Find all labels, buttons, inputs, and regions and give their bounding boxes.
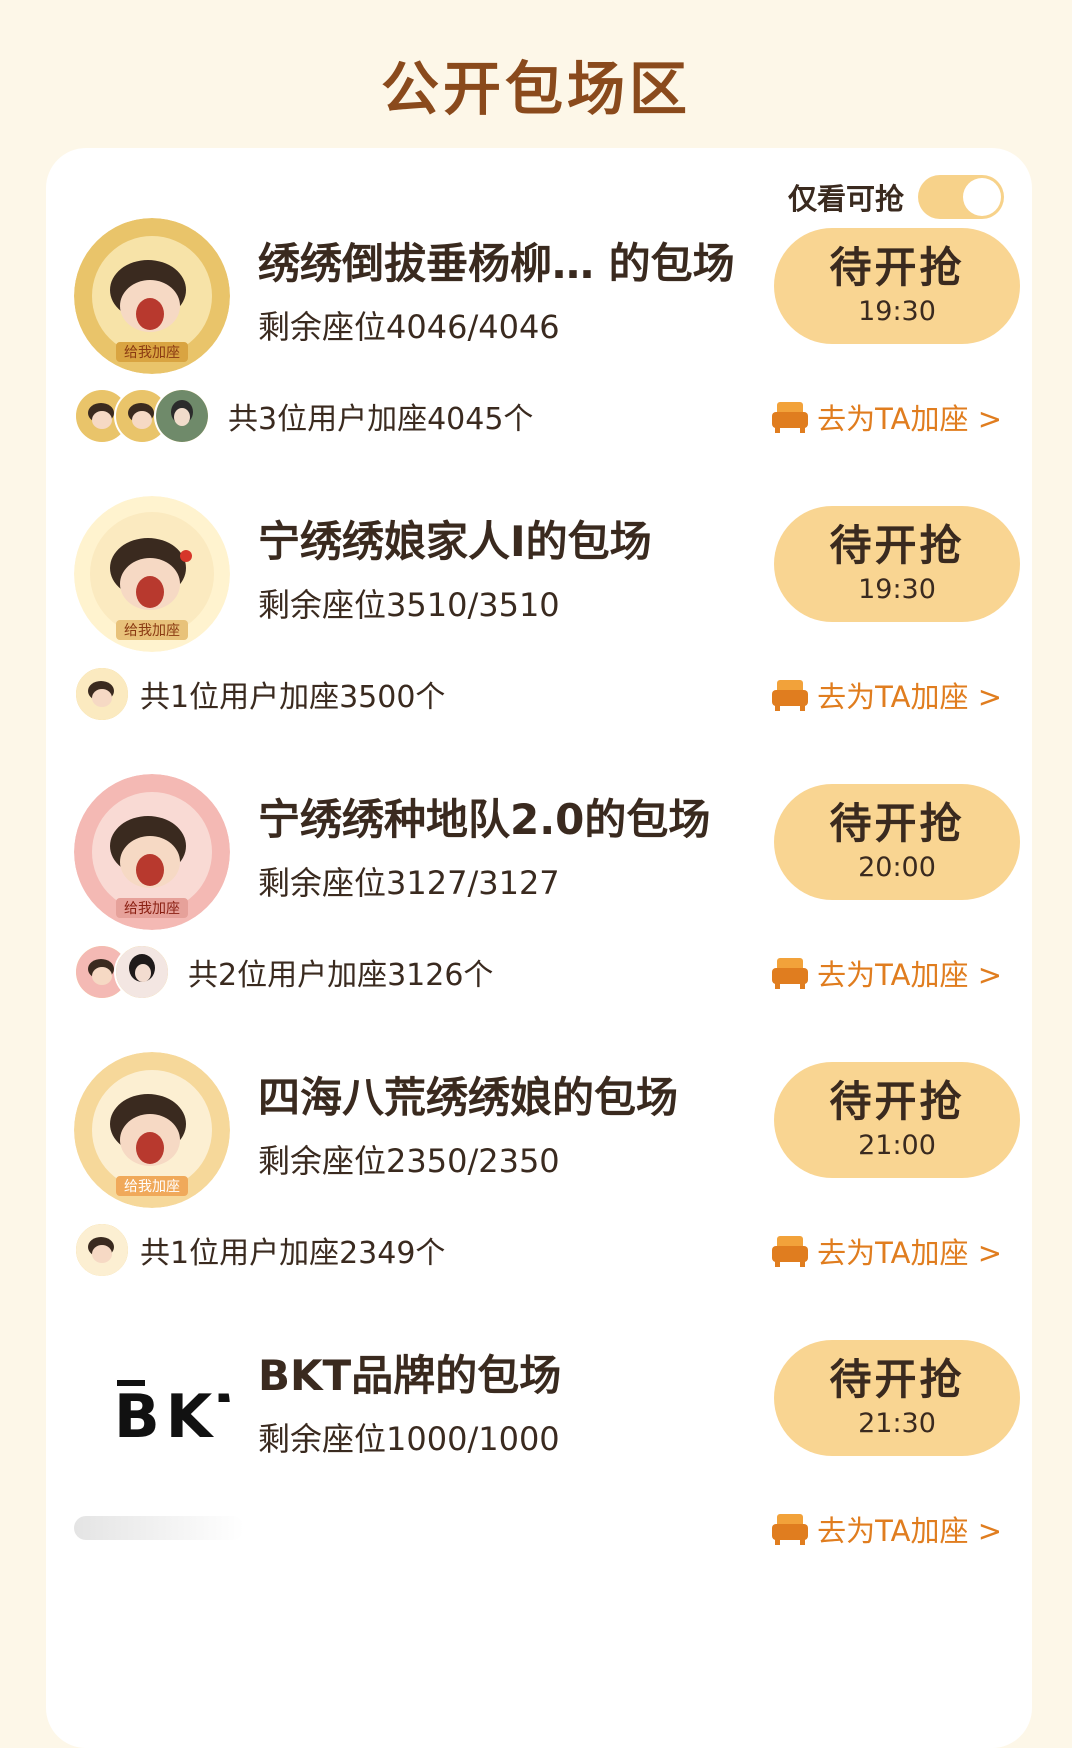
loading-placeholder (74, 1516, 244, 1540)
avatar-sign-text: 给我加座 (124, 345, 180, 361)
session-title[interactable]: 宁绣绣娘家人I的包场 (258, 508, 652, 569)
users-row: 共2位用户加座3126个 (74, 944, 493, 1000)
cartoon-avatar-icon: 给我加座 (74, 218, 230, 374)
grab-button-label: 待开抢 (829, 1077, 965, 1126)
cartoon-avatar-icon: 给我加座 (74, 1052, 230, 1208)
add-seat-label: 去为TA加座 > (817, 1514, 1002, 1548)
user-avatar (74, 666, 130, 722)
users-added-text: 共2位用户加座3126个 (188, 958, 494, 993)
grab-button[interactable]: 待开抢 20:00 (774, 784, 1020, 900)
sofa-icon (772, 402, 809, 433)
users-added-text: 共1位用户加座3500个 (140, 680, 446, 715)
add-seat-label: 去为TA加座 > (817, 680, 1002, 714)
grab-time: 19:30 (858, 296, 936, 327)
user-avatars (74, 388, 210, 444)
grab-time: 19:30 (858, 574, 936, 605)
user-avatars (74, 944, 170, 1000)
grab-time: 21:00 (858, 1130, 936, 1161)
session-item[interactable]: 给我加座 绣绣倒拔垂杨柳… 的包场 剩余座位4046/4046 待开抢 19:3… (46, 208, 1032, 508)
user-avatars (74, 1222, 130, 1278)
session-avatar: BKT (74, 1330, 230, 1486)
add-seat-link[interactable]: 去为TA加座 > (771, 1226, 1002, 1276)
remaining-seats: 剩余座位1000/1000 (258, 1420, 560, 1458)
add-seat-link[interactable]: 去为TA加座 > (771, 948, 1002, 998)
grab-button-label: 待开抢 (829, 799, 965, 848)
grab-button-label: 待开抢 (829, 243, 965, 292)
avatar-sign-text: 给我加座 (124, 901, 180, 917)
add-seat-label: 去为TA加座 > (817, 402, 1002, 436)
add-seat-label: 去为TA加座 > (817, 1236, 1002, 1270)
sofa-icon (772, 1236, 809, 1267)
session-title[interactable]: 宁绣绣种地队2.0的包场 (258, 786, 710, 847)
add-seat-link[interactable]: 去为TA加座 > (771, 670, 1002, 720)
users-added-text: 共1位用户加座2349个 (140, 1236, 446, 1271)
cartoon-avatar-icon: 给我加座 (74, 496, 230, 652)
users-row: 共1位用户加座2349个 (74, 1222, 445, 1278)
session-item[interactable]: BKT BKT品牌的包场 剩余座位1000/1000 待开抢 21:30 去为T… (46, 1320, 1032, 1620)
bkt-logo: BKT (114, 1382, 230, 1452)
session-avatar: 给我加座 (74, 774, 230, 930)
grab-time: 20:00 (858, 852, 936, 883)
remaining-seats: 剩余座位4046/4046 (258, 308, 560, 346)
user-avatar (114, 944, 170, 1000)
session-item[interactable]: 给我加座 宁绣绣娘家人I的包场 剩余座位3510/3510 待开抢 19:30 … (46, 486, 1032, 786)
remaining-seats: 剩余座位2350/2350 (258, 1142, 560, 1180)
session-title[interactable]: 绣绣倒拔垂杨柳… 的包场 (258, 230, 735, 291)
add-seat-link[interactable]: 去为TA加座 > (771, 392, 1002, 442)
session-avatar: 给我加座 (74, 218, 230, 374)
user-avatar (74, 1222, 130, 1278)
add-seat-label: 去为TA加座 > (817, 958, 1002, 992)
grab-button[interactable]: 待开抢 21:30 (774, 1340, 1020, 1456)
session-avatar: 给我加座 (74, 496, 230, 652)
sofa-icon (772, 958, 809, 989)
grab-button[interactable]: 待开抢 19:30 (774, 228, 1020, 344)
remaining-seats: 剩余座位3127/3127 (258, 864, 560, 902)
session-title[interactable]: BKT品牌的包场 (258, 1342, 561, 1403)
user-avatars (74, 666, 130, 722)
user-avatar (154, 388, 210, 444)
grab-button-label: 待开抢 (829, 521, 965, 570)
avatar-sign-text: 给我加座 (124, 623, 180, 639)
session-avatar: 给我加座 (74, 1052, 230, 1208)
grab-time: 21:30 (858, 1408, 936, 1439)
grab-button[interactable]: 待开抢 21:00 (774, 1062, 1020, 1178)
avatar-sign-text: 给我加座 (124, 1179, 180, 1195)
sofa-icon (772, 680, 809, 711)
add-seat-link[interactable]: 去为TA加座 > (771, 1504, 1002, 1554)
sofa-icon (772, 1514, 809, 1545)
remaining-seats: 剩余座位3510/3510 (258, 586, 560, 624)
session-list-panel: 仅看可抢 给我加座 绣绣倒拔垂杨柳… 的包场 剩余座位4046/4046 待开抢… (46, 148, 1032, 1748)
session-title[interactable]: 四海八荒绣绣娘的包场 (258, 1064, 678, 1125)
session-item[interactable]: 给我加座 宁绣绣种地队2.0的包场 剩余座位3127/3127 待开抢 20:0… (46, 764, 1032, 1064)
users-row: 共1位用户加座3500个 (74, 666, 445, 722)
users-added-text: 共3位用户加座4045个 (228, 402, 534, 437)
users-row: 共3位用户加座4045个 (74, 388, 533, 444)
grab-button-label: 待开抢 (829, 1355, 965, 1404)
session-item[interactable]: 给我加座 四海八荒绣绣娘的包场 剩余座位2350/2350 待开抢 21:00 … (46, 1042, 1032, 1342)
page-title: 公开包场区 (380, 55, 691, 123)
grab-button[interactable]: 待开抢 19:30 (774, 506, 1020, 622)
cartoon-avatar-icon: 给我加座 (74, 774, 230, 930)
